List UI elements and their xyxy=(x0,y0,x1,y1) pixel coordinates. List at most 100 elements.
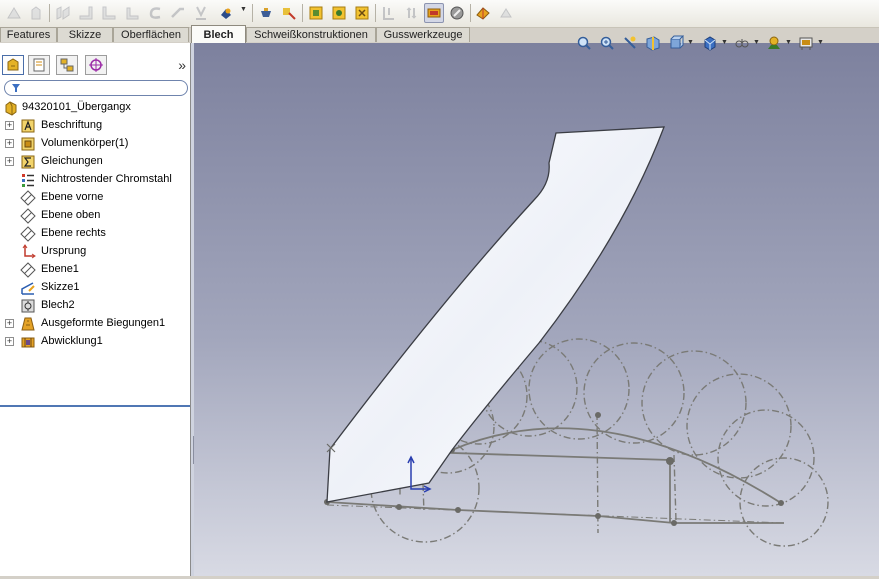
lofted-bend-icon xyxy=(20,316,36,332)
feature-manager-panel: » 94320101_Übergangx + Beschriftung + Vo… xyxy=(0,43,191,576)
sheet-metal-icon xyxy=(20,298,36,314)
tab-weldments[interactable]: Schweißkonstruktionen xyxy=(246,27,376,42)
unfold-icon[interactable] xyxy=(379,3,399,23)
tree-root-label: 94320101_Übergangx xyxy=(22,101,131,113)
tree-root[interactable]: 94320101_Übergangx xyxy=(0,99,190,117)
previous-view-icon[interactable] xyxy=(620,33,640,53)
view-orientation-icon[interactable] xyxy=(666,33,686,53)
property-manager-tab-icon[interactable] xyxy=(28,55,50,75)
tree-item-label: Skizze1 xyxy=(41,281,80,293)
tree-item-sketch1[interactable]: Skizze1 xyxy=(0,279,190,297)
flat-pattern[interactable] xyxy=(326,126,665,503)
main-toolbar: ▼ xyxy=(0,0,879,28)
tab-features[interactable]: Features xyxy=(0,27,57,42)
display-style-icon[interactable] xyxy=(700,33,720,53)
chevron-down-icon[interactable]: ▼ xyxy=(785,39,792,46)
insert-bends-icon[interactable] xyxy=(496,3,516,23)
tree-item-label: Ebene1 xyxy=(41,263,79,275)
chevron-down-icon[interactable]: ▼ xyxy=(687,39,694,46)
tree-item-front-plane[interactable]: Ebene vorne xyxy=(0,189,190,207)
filter-icon xyxy=(11,83,21,96)
tree-item-top-plane[interactable]: Ebene oben xyxy=(0,207,190,225)
graphics-area[interactable]: ▼ ▼ ▼ ▼ ▼ xyxy=(194,35,879,576)
chevron-down-icon[interactable]: ▼ xyxy=(240,6,247,13)
tree-item-label: Ursprung xyxy=(41,245,87,257)
section-view-icon[interactable] xyxy=(643,33,663,53)
tab-and-slot-icon[interactable] xyxy=(352,3,372,23)
tab-surfaces[interactable]: Oberflächen xyxy=(113,27,189,42)
edit-appearance-icon[interactable] xyxy=(764,33,784,53)
flatten-toggle-icon[interactable] xyxy=(424,3,444,23)
tree-item-label: Gleichungen xyxy=(41,155,103,167)
expand-icon[interactable]: + xyxy=(5,157,14,166)
tree-item-right-plane[interactable]: Ebene rechts xyxy=(0,225,190,243)
tree-item-origin[interactable]: Ursprung xyxy=(0,243,190,261)
plane-icon xyxy=(20,190,36,206)
zoom-to-area-icon[interactable] xyxy=(597,33,617,53)
tree-item-sheet-metal[interactable]: Blech2 xyxy=(0,297,190,315)
tree-item-label: Blech2 xyxy=(41,299,75,311)
lofted-bend-tool-icon[interactable] xyxy=(53,3,73,23)
fold-icon[interactable] xyxy=(402,3,422,23)
jog-icon[interactable] xyxy=(145,3,165,23)
chevron-down-icon[interactable]: ▼ xyxy=(753,39,760,46)
cross-break-icon[interactable] xyxy=(191,3,211,23)
expand-icon[interactable]: + xyxy=(5,319,14,328)
sketched-bend-icon[interactable] xyxy=(168,3,188,23)
tab-sketch[interactable]: Skizze xyxy=(57,27,113,42)
origin-icon xyxy=(20,244,36,260)
convert-to-sheet-metal-icon[interactable] xyxy=(26,3,46,23)
feature-manager-tab-icon[interactable] xyxy=(2,55,24,75)
vent-icon[interactable] xyxy=(329,3,349,23)
no-bends-icon[interactable] xyxy=(447,3,467,23)
tree-item-label: Ebene oben xyxy=(41,209,101,221)
annotations-icon xyxy=(20,118,36,134)
panel-tabs: » xyxy=(0,53,190,77)
tab-mold-tools[interactable]: Gusswerkzeuge xyxy=(376,27,470,42)
tree-item-label: Beschriftung xyxy=(41,119,103,131)
base-flange-icon[interactable] xyxy=(4,3,24,23)
hide-show-items-icon[interactable] xyxy=(732,33,752,53)
tree-item-label: Volumenkörper(1) xyxy=(41,137,129,149)
hem-icon[interactable] xyxy=(122,3,142,23)
welded-corner-icon[interactable] xyxy=(256,3,276,23)
zoom-to-fit-icon[interactable] xyxy=(574,33,594,53)
tree-item-plane1[interactable]: Ebene1 xyxy=(0,261,190,279)
expand-icon[interactable]: + xyxy=(5,121,14,130)
sketch-icon xyxy=(20,280,36,296)
equations-icon xyxy=(20,154,36,170)
chevron-down-icon[interactable]: ▼ xyxy=(817,39,824,46)
dimxpert-tab-icon[interactable] xyxy=(85,55,107,75)
configuration-manager-tab-icon[interactable] xyxy=(56,55,78,75)
tree-filter-field[interactable] xyxy=(4,80,188,96)
rollback-bar[interactable] xyxy=(0,405,190,407)
plane-icon xyxy=(20,262,36,278)
heads-up-view-toolbar: ▼ ▼ ▼ ▼ ▼ xyxy=(574,33,874,53)
tree-item-label: Abwicklung1 xyxy=(41,335,103,347)
tree-item-annotations[interactable]: + Beschriftung xyxy=(0,117,190,135)
rip-icon[interactable] xyxy=(473,3,493,23)
tree-item-lofted-bends[interactable]: + Ausgeformte Biegungen1 xyxy=(0,315,190,333)
chevron-down-icon[interactable]: ▼ xyxy=(721,39,728,46)
tree-item-solid-bodies[interactable]: + Volumenkörper(1) xyxy=(0,135,190,153)
plane-icon xyxy=(20,208,36,224)
plane-icon xyxy=(20,226,36,242)
expand-icon[interactable]: + xyxy=(5,139,14,148)
tree-item-label: Ebene rechts xyxy=(41,227,106,239)
expand-icon[interactable]: + xyxy=(5,337,14,346)
tree-item-label: Nichtrostender Chromstahl xyxy=(41,173,172,185)
forming-tool-icon[interactable] xyxy=(306,3,326,23)
tree-item-material[interactable]: Nichtrostender Chromstahl xyxy=(0,171,190,189)
tree-item-label: Ausgeformte Biegungen1 xyxy=(41,317,166,329)
tree-item-label: Ebene vorne xyxy=(41,191,104,203)
tree-item-equations[interactable]: + Gleichungen xyxy=(0,153,190,171)
miter-flange-icon[interactable] xyxy=(99,3,119,23)
closed-corner-icon[interactable] xyxy=(216,3,236,23)
material-icon xyxy=(20,172,36,188)
edge-flange-icon[interactable] xyxy=(76,3,96,23)
apply-scene-icon[interactable] xyxy=(796,33,816,53)
tree-item-flatten[interactable]: + Abwicklung1 xyxy=(0,333,190,351)
tab-sheet-metal[interactable]: Blech xyxy=(191,25,246,43)
break-corner-icon[interactable] xyxy=(279,3,299,23)
panel-more-button[interactable]: » xyxy=(178,57,186,73)
